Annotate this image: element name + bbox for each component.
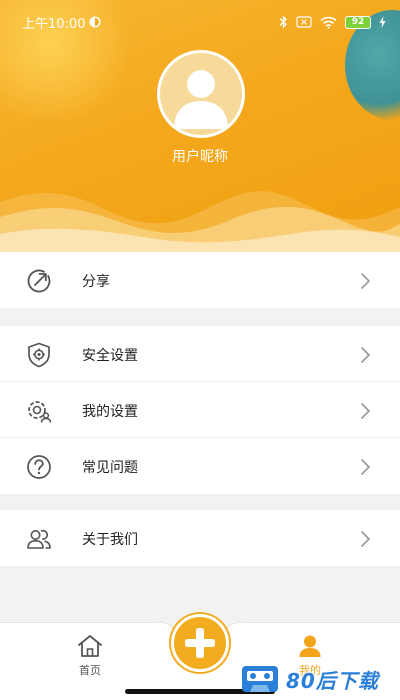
settings-group: 安全设置 我的设置 常见问题 [0, 326, 400, 494]
menu-item-label: 关于我们 [82, 532, 138, 548]
chevron-right-icon [361, 347, 370, 363]
wifi-icon [320, 16, 337, 29]
menu-item-share[interactable]: 分享 [0, 252, 400, 308]
status-time: 上午10:00 [22, 16, 86, 32]
chevron-right-icon [361, 459, 370, 475]
question-icon [27, 455, 51, 479]
charging-icon [379, 16, 386, 28]
header-wave [0, 191, 400, 252]
nav-home-label: 首页 [79, 664, 101, 677]
menu-item-faq[interactable]: 常见问题 [0, 438, 400, 494]
share-group: 分享 [0, 252, 400, 308]
avatar[interactable] [157, 50, 245, 138]
menu-item-security-settings[interactable]: 安全设置 [0, 326, 400, 382]
shield-gear-icon [28, 342, 50, 368]
menu-item-about-us[interactable]: 关于我们 [0, 510, 400, 566]
menu-item-my-settings[interactable]: 我的设置 [0, 382, 400, 438]
chevron-right-icon [361, 403, 370, 419]
no-sim-icon [296, 16, 312, 28]
app-notification-icon [89, 16, 101, 28]
watermark: 80后下载 [240, 661, 400, 697]
watermark-text: 80后下载 [286, 668, 379, 693]
status-bar: 上午10:00 92 [0, 0, 400, 44]
chevron-right-icon [361, 531, 370, 547]
menu-item-label: 我的设置 [82, 404, 138, 420]
profile-header: 上午10:00 92 用户昵称 [0, 0, 400, 252]
cassette-logo-icon [242, 666, 278, 692]
add-button[interactable] [171, 614, 229, 672]
plus-icon [185, 628, 215, 658]
share-icon [27, 269, 51, 293]
user-gear-icon [28, 401, 52, 423]
menu-item-label: 常见问题 [82, 460, 138, 476]
about-group: 关于我们 [0, 510, 400, 566]
nav-home[interactable]: 首页 [50, 634, 130, 678]
battery-icon: 92 [345, 15, 371, 29]
user-nickname[interactable]: 用户昵称 [0, 146, 400, 166]
menu-item-label: 安全设置 [82, 348, 138, 364]
menu-item-label: 分享 [82, 274, 110, 290]
bluetooth-icon [279, 15, 287, 29]
home-icon [78, 635, 102, 657]
users-icon [27, 529, 51, 549]
user-avatar-icon [174, 70, 228, 129]
chevron-right-icon [361, 273, 370, 289]
user-icon [299, 635, 321, 657]
